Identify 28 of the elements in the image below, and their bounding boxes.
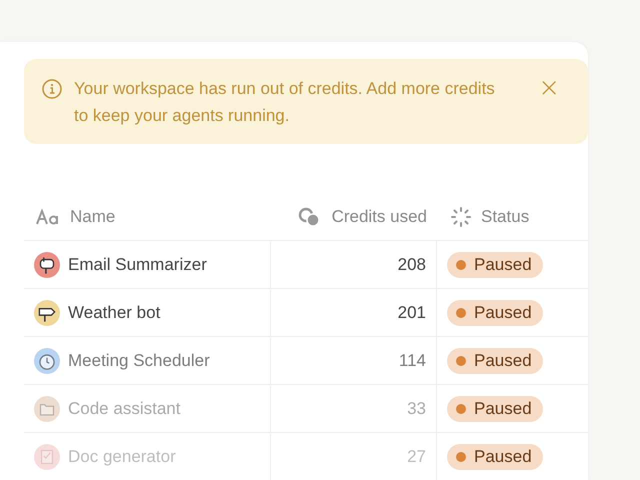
column-header[interactable]: Status	[481, 207, 530, 227]
status-badge: Paused	[447, 348, 543, 374]
loading-icon	[451, 207, 471, 227]
close-button[interactable]: ×	[530, 75, 568, 102]
agent-name[interactable]: Doc generator	[68, 446, 176, 466]
status-dot	[456, 260, 466, 270]
credits-value: 27	[407, 446, 426, 466]
credits-value: 201	[398, 302, 426, 322]
status-badge: Paused	[447, 300, 543, 326]
status-dot	[456, 308, 466, 318]
status-dot	[456, 356, 466, 366]
agent-name[interactable]: Email Summarizer	[68, 254, 207, 274]
credits-value: 208	[398, 254, 426, 274]
status-dot	[456, 452, 466, 462]
status-dot	[456, 404, 466, 414]
agent-name[interactable]: Code assistant	[68, 398, 180, 418]
agent-name[interactable]: Meeting Scheduler	[68, 350, 210, 370]
text-type-icon	[36, 209, 60, 225]
column-header[interactable]: Credits used	[332, 207, 427, 227]
status-badge: Paused	[447, 444, 543, 470]
credits-value: 114	[398, 350, 426, 370]
column-header[interactable]: Name	[70, 207, 116, 227]
credits-value: 33	[407, 398, 426, 418]
info-icon	[42, 79, 62, 99]
status-badge: Paused	[447, 252, 543, 278]
agent-name[interactable]: Weather bot	[68, 302, 160, 322]
status-badge: Paused	[447, 396, 543, 422]
banner-message: Your workspace has run out of credits. Add more credits to keep your agents running.	[74, 78, 496, 127]
